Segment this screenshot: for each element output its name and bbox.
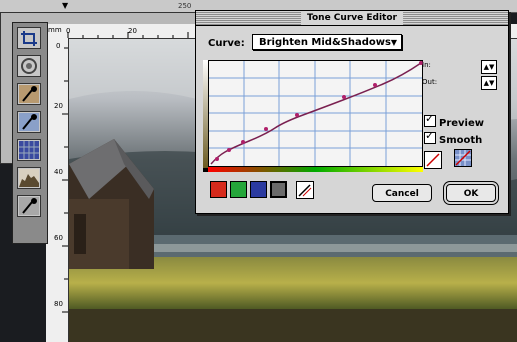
target-tool-button[interactable] [17, 55, 41, 77]
smooth-checkbox[interactable]: Smooth [424, 130, 483, 146]
composite-channel-button[interactable] [270, 181, 287, 198]
eyedropper-tool-button[interactable] [17, 83, 41, 105]
tool-palette [12, 22, 48, 244]
preview-label: Preview [439, 118, 485, 129]
eyedropper-tool-3-button[interactable] [17, 195, 41, 217]
ruler-number: 250 [178, 2, 192, 10]
smooth-label: Smooth [439, 135, 483, 146]
check-icon [424, 130, 436, 144]
eyedropper-icon [19, 85, 39, 103]
tone-curve-dialog: Tone Curve Editor Curve: Brighten Mid&Sh… [195, 10, 509, 214]
diagonal-line-icon [426, 153, 440, 167]
grid-icon [19, 141, 39, 159]
dialog-title: Tone Curve Editor [301, 11, 403, 25]
cancel-button[interactable]: Cancel [372, 184, 432, 202]
grid-curve-icon [455, 150, 471, 166]
preview-checkbox[interactable]: Preview [424, 113, 485, 129]
pencil-icon [298, 184, 312, 197]
out-label: Out: [422, 78, 438, 86]
red-channel-button[interactable] [210, 181, 227, 198]
target-icon [21, 58, 37, 74]
crop-icon [21, 31, 37, 46]
in-stepper[interactable]: ▲▼ [481, 60, 497, 74]
curve-preset-select[interactable]: Brighten Mid&Shadows ▼ [252, 34, 402, 50]
histogram-tool-button[interactable] [17, 167, 41, 189]
curve-preset-value: Brighten Mid&Shadows [259, 37, 391, 48]
ok-button[interactable]: OK [446, 184, 496, 202]
histogram-icon [19, 169, 39, 187]
eyedropper-tool-2-button[interactable] [17, 111, 41, 133]
grid-tool-button[interactable] [17, 139, 41, 161]
curve-label: Curve: [208, 38, 245, 49]
eyedropper-icon [19, 113, 39, 131]
triangle-icon[interactable]: ▼ [62, 1, 68, 10]
green-channel-button[interactable] [230, 181, 247, 198]
ruler-left: 0 20 40 60 80 [46, 38, 69, 342]
eyedropper-icon [19, 197, 39, 215]
curve-grid-button[interactable] [454, 149, 472, 167]
check-icon [424, 113, 436, 127]
crop-tool-button[interactable] [17, 27, 41, 49]
tone-curve-graph[interactable] [203, 60, 423, 172]
chevron-down-icon: ▼ [390, 38, 397, 47]
blue-channel-button[interactable] [250, 181, 267, 198]
in-label: In: [422, 61, 431, 69]
out-stepper[interactable]: ▲▼ [481, 76, 497, 90]
dialog-titlebar[interactable]: Tone Curve Editor [196, 11, 508, 26]
pencil-curve-button[interactable] [296, 181, 314, 199]
linear-curve-button[interactable] [424, 151, 442, 169]
